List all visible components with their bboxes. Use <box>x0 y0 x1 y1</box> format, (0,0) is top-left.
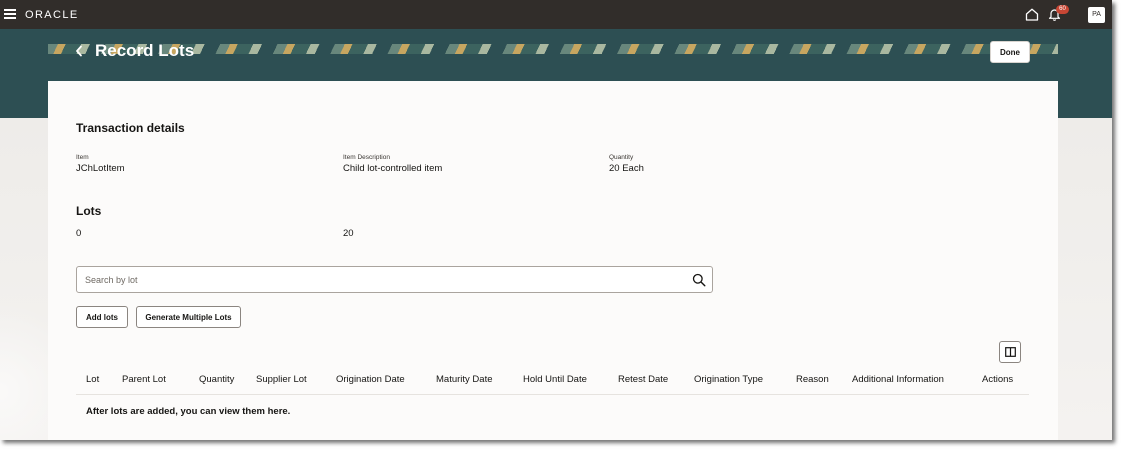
item-value: JChLotItem <box>76 163 125 174</box>
generate-multiple-lots-button[interactable]: Generate Multiple Lots <box>136 306 241 328</box>
search-icon[interactable] <box>692 273 706 287</box>
back-chevron-icon[interactable] <box>74 44 84 58</box>
quantity-label: Quantity <box>609 154 634 161</box>
decorative-banner-pattern <box>48 44 1058 54</box>
column-header-lot[interactable]: Lot <box>86 374 99 385</box>
done-button[interactable]: Done <box>990 41 1030 63</box>
manage-columns-button[interactable] <box>999 341 1021 363</box>
column-header-actions: Actions <box>982 374 1014 385</box>
column-header-retest-date[interactable]: Retest Date <box>618 374 668 385</box>
column-header-additional-information[interactable]: Additional Information <box>852 374 944 385</box>
page-title: Record Lots <box>95 41 195 60</box>
home-icon[interactable] <box>1025 8 1039 21</box>
content-panel: Transaction details Item JChLotItem Item… <box>48 81 1058 440</box>
column-header-parent-lot[interactable]: Parent Lot <box>122 374 166 385</box>
column-header-hold-until-date[interactable]: Hold Until Date <box>523 374 587 385</box>
item-description-value: Child lot-controlled item <box>343 163 443 174</box>
notification-badge: 60 <box>1056 5 1069 14</box>
columns-icon <box>1004 347 1016 357</box>
user-avatar[interactable]: PA <box>1088 7 1105 23</box>
hamburger-menu-icon[interactable] <box>4 9 16 19</box>
item-description-label: Item Description <box>343 154 390 161</box>
column-header-origination-type[interactable]: Origination Type <box>694 374 763 385</box>
table-header-divider <box>76 394 1029 395</box>
quantity-value: 20 Each <box>609 163 644 174</box>
add-lots-button[interactable]: Add lots <box>76 306 128 328</box>
oracle-logo[interactable]: ORACLE <box>25 9 79 21</box>
transaction-details-heading: Transaction details <box>76 121 185 135</box>
lots-recorded-count: 0 <box>76 228 82 239</box>
lot-search-box <box>76 266 713 293</box>
item-label: Item <box>76 154 89 161</box>
column-header-quantity[interactable]: Quantity <box>199 374 234 385</box>
app-window: ORACLE 60 PA Record Lots Done Transactio… <box>0 0 1112 440</box>
lot-search-input[interactable] <box>85 267 685 292</box>
lots-heading: Lots <box>76 204 102 218</box>
lots-total-count: 20 <box>343 228 354 239</box>
global-header: ORACLE 60 PA <box>0 0 1112 29</box>
column-header-maturity-date[interactable]: Maturity Date <box>436 374 493 385</box>
column-header-origination-date[interactable]: Origination Date <box>336 374 405 385</box>
empty-table-message: After lots are added, you can view them … <box>86 406 291 417</box>
column-header-reason[interactable]: Reason <box>796 374 829 385</box>
column-header-supplier-lot[interactable]: Supplier Lot <box>256 374 307 385</box>
